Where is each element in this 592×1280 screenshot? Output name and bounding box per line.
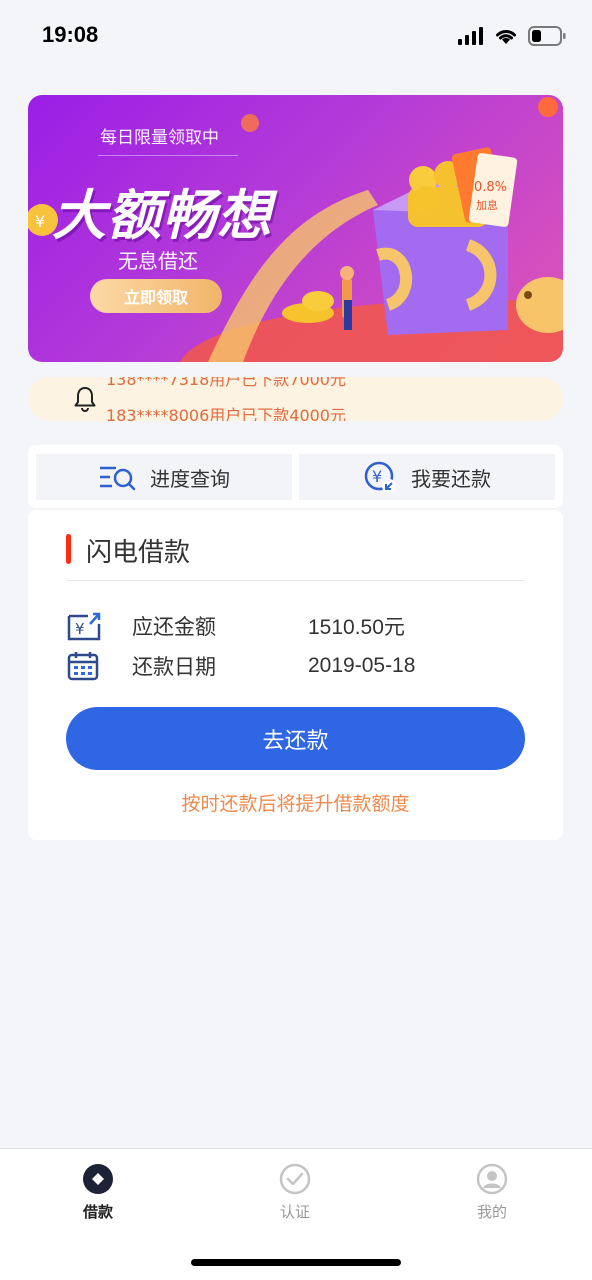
notice-ticker: 138****7318用户已下款7000元 183****8006用户已下款40… [28, 377, 563, 421]
tab-loan-label: 借款 [82, 1203, 113, 1221]
loan-card: 闪电借款 ¥ 应还金额 1510.50元 还款日期 2019-05-18 去还款… [28, 510, 563, 840]
amount-icon: ¥ [67, 612, 101, 641]
status-time: 19:08 [42, 22, 99, 47]
status-icons [458, 26, 566, 46]
wifi-icon [496, 30, 516, 44]
repay-button[interactable]: 去还款 [66, 707, 525, 770]
svg-text:¥: ¥ [75, 620, 85, 638]
date-value: 2019-05-18 [308, 654, 416, 677]
date-label: 还款日期 [132, 655, 216, 679]
claim-button[interactable]: 立即领取 [90, 279, 222, 313]
svg-text:¥: ¥ [372, 467, 382, 486]
check-circle-icon [279, 1163, 311, 1195]
yuan-return-icon: ¥ [364, 461, 396, 493]
date-row: 还款日期 2019-05-18 [66, 648, 526, 684]
repay-entry-button[interactable]: ¥ 我要还款 [299, 454, 555, 500]
status-bar: 19:08 [0, 0, 592, 72]
tab-mine-label: 我的 [476, 1203, 507, 1221]
repay-hint: 按时还款后将提升借款额度 [181, 793, 410, 815]
search-list-icon [100, 466, 136, 491]
loan-product-title: 闪电借款 [86, 538, 191, 568]
tab-mine[interactable]: 我的 [432, 1163, 552, 1222]
banner-subtitle: 每日限量领取中 [100, 128, 219, 148]
title-accent-bar [66, 534, 71, 564]
amount-label: 应还金额 [132, 615, 216, 639]
svg-text:加息: 加息 [476, 198, 498, 212]
repay-entry-label: 我要还款 [411, 466, 491, 491]
banner-description: 无息借还 [118, 249, 198, 273]
amount-row: ¥ 应还金额 1510.50元 [66, 608, 526, 644]
quick-actions: 进度查询 ¥ 我要还款 [28, 445, 563, 508]
card-divider [66, 580, 524, 581]
user-icon [476, 1163, 508, 1195]
battery-icon [528, 26, 566, 46]
progress-query-label: 进度查询 [150, 466, 230, 491]
home-indicator [191, 1259, 401, 1266]
amount-value: 1510.50元 [308, 616, 405, 639]
banner-title: 大额畅想 [52, 184, 272, 247]
notice-line: 138****7318用户已下款7000元 [106, 377, 346, 389]
notice-line: 183****8006用户已下款4000元 [106, 406, 346, 421]
loan-icon [83, 1164, 113, 1194]
bell-icon [74, 387, 96, 412]
svg-text:¥: ¥ [35, 212, 45, 231]
svg-text:0.8%: 0.8% [474, 180, 507, 195]
promo-banner[interactable]: ¥ 0.8% 加息 每日限量领取中 大额畅想 无息借还 立即领取 [28, 95, 563, 362]
tab-verify[interactable]: 认证 [235, 1163, 355, 1222]
tab-loan[interactable]: 借款 [38, 1163, 158, 1222]
calendar-icon [67, 652, 99, 681]
banner-divider [98, 155, 238, 156]
tab-verify-label: 认证 [279, 1203, 310, 1221]
notice-scroll: 138****7318用户已下款7000元 183****8006用户已下款40… [106, 377, 346, 421]
progress-query-button[interactable]: 进度查询 [36, 454, 292, 500]
signal-icon [458, 27, 483, 45]
